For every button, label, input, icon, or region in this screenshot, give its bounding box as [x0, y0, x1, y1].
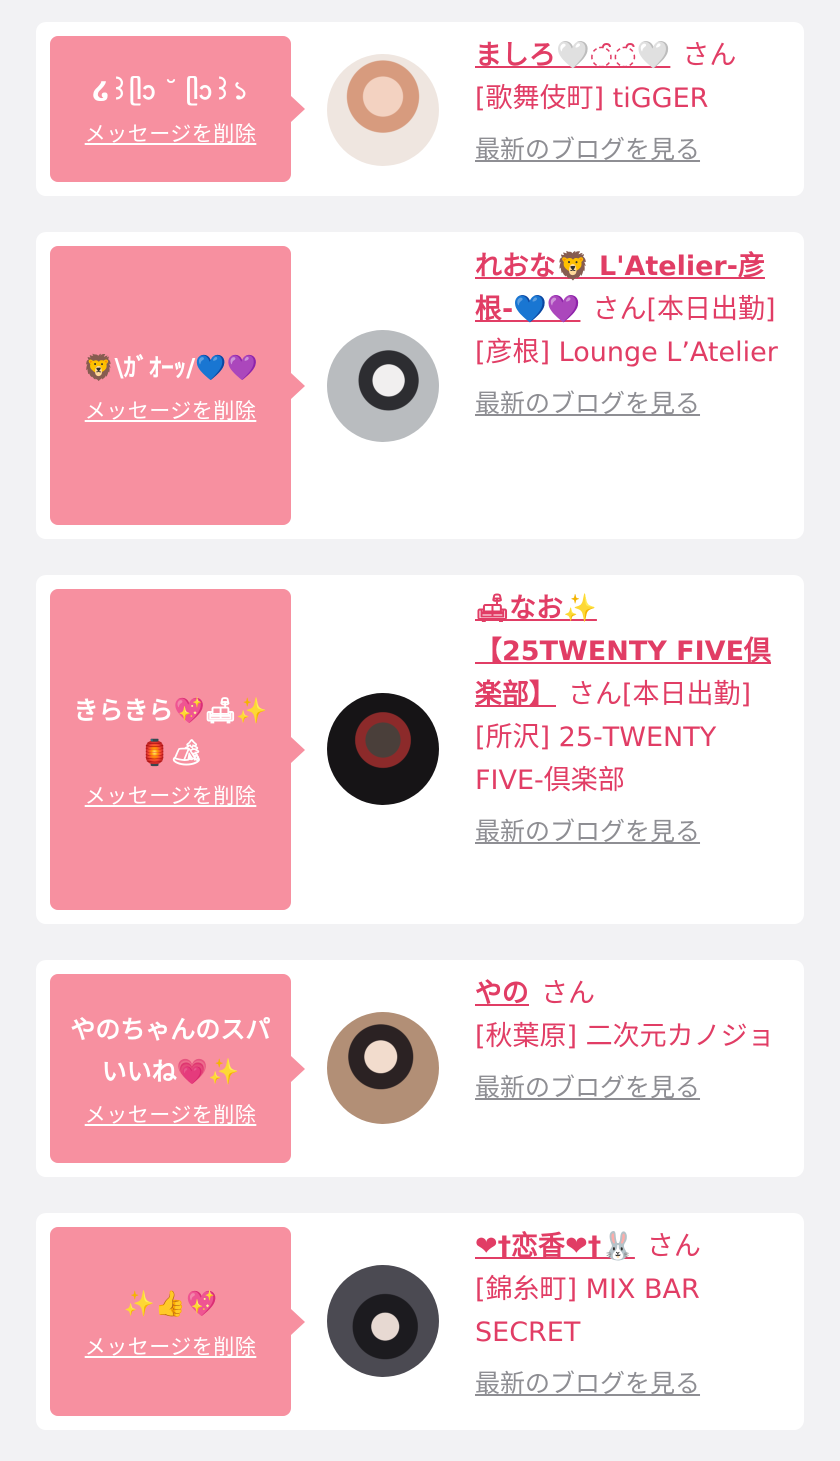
profile-info: れおな🦁 L'Atelier-彦根-💙💜 さん[本日出勤] [彦根] Lounge… [475, 245, 785, 424]
message-text: やのちゃんのスパいいね💗✨ [70, 1014, 271, 1086]
message-bubble: やのちゃんのスパいいね💗✨ メッセージを削除 [50, 974, 305, 1163]
status-text: [本日出勤] [646, 294, 776, 325]
honorific-suffix: さん [568, 679, 622, 710]
message-text: ✨👍💖 [123, 1288, 218, 1318]
latest-blog-link[interactable]: 最新のブログを見る [475, 1068, 785, 1108]
message-text: ໒꒱ᥫᩣ ˘ ᥫᩣ꒱১ [92, 76, 249, 105]
profile-info: ❤︎†恋香❤︎†🐰 さん [錦糸町] MIX BAR SECRET 最新のブログを… [475, 1225, 785, 1404]
honorific-suffix: さん [646, 1231, 701, 1262]
shop-text: [所沢] 25-TWENTY FIVE-倶楽部 [475, 722, 717, 796]
profile-name-link[interactable]: ましろ🤍◌̑◌̑🤍 [475, 40, 670, 71]
shop-text: [秋葉原] 二次元カノジョ [475, 1021, 775, 1052]
delete-message-link[interactable]: メッセージを削除 [85, 118, 257, 148]
message-bubble: きらきら💖🛋✨🏮🏕 メッセージを削除 [50, 589, 305, 910]
message-bubble: ✨👍💖 メッセージを削除 [50, 1227, 305, 1416]
message-card: やのちゃんのスパいいね💗✨ メッセージを削除 やの さん [秋葉原] 二次元カノジ… [36, 960, 804, 1177]
message-card: ✨👍💖 メッセージを削除 ❤︎†恋香❤︎†🐰 さん [錦糸町] MIX BAR S… [36, 1213, 804, 1430]
shop-text: [彦根] Lounge L’Atelier [475, 337, 778, 368]
latest-blog-link[interactable]: 最新のブログを見る [475, 384, 785, 424]
message-text: きらきら💖🛋✨🏮🏕 [73, 695, 268, 767]
message-card: きらきら💖🛋✨🏮🏕 メッセージを削除 🛋なお✨【25TWENTY FIVE倶楽部… [36, 575, 804, 924]
avatar[interactable] [327, 1012, 439, 1124]
shop-text: [歌舞伎町] tiGGER [475, 83, 709, 114]
honorific-suffix: さん [541, 978, 595, 1009]
avatar[interactable] [327, 54, 439, 166]
profile-info: やの さん [秋葉原] 二次元カノジョ 最新のブログを見る [475, 972, 785, 1108]
profile-name-link[interactable]: ❤︎†恋香❤︎†🐰 [475, 1231, 635, 1262]
latest-blog-link[interactable]: 最新のブログを見る [475, 812, 785, 852]
avatar[interactable] [327, 330, 439, 442]
profile-info: 🛋なお✨【25TWENTY FIVE倶楽部】 さん[本日出勤] [所沢] 25-T… [475, 587, 785, 852]
delete-message-link[interactable]: メッセージを削除 [85, 780, 257, 810]
profile-info: ましろ🤍◌̑◌̑🤍 さん [歌舞伎町] tiGGER 最新のブログを見る [475, 34, 785, 170]
delete-message-link[interactable]: メッセージを削除 [85, 395, 257, 425]
delete-message-link[interactable]: メッセージを削除 [85, 1331, 257, 1361]
profile-name-link[interactable]: やの [475, 978, 529, 1009]
shop-text: [錦糸町] MIX BAR SECRET [475, 1274, 700, 1348]
message-list: ໒꒱ᥫᩣ ˘ ᥫᩣ꒱১ メッセージを削除 ましろ🤍◌̑◌̑🤍 さん [歌舞伎町] … [0, 0, 840, 1461]
message-card: ໒꒱ᥫᩣ ˘ ᥫᩣ꒱১ メッセージを削除 ましろ🤍◌̑◌̑🤍 さん [歌舞伎町] … [36, 22, 804, 196]
avatar[interactable] [327, 1265, 439, 1377]
latest-blog-link[interactable]: 最新のブログを見る [475, 130, 785, 170]
honorific-suffix: さん [682, 40, 737, 71]
message-bubble: ໒꒱ᥫᩣ ˘ ᥫᩣ꒱১ メッセージを削除 [50, 36, 305, 182]
message-card: 🦁\ｶﾞｵｰｯ/💙💜 メッセージを削除 れおな🦁 L'Atelier-彦根-💙💜… [36, 232, 804, 539]
delete-message-link[interactable]: メッセージを削除 [85, 1099, 257, 1129]
status-text: [本日出勤] [622, 679, 752, 710]
message-bubble: 🦁\ｶﾞｵｰｯ/💙💜 メッセージを削除 [50, 246, 305, 525]
avatar[interactable] [327, 693, 439, 805]
honorific-suffix: さん [592, 294, 647, 325]
message-text: 🦁\ｶﾞｵｰｯ/💙💜 [83, 352, 258, 382]
latest-blog-link[interactable]: 最新のブログを見る [475, 1364, 785, 1404]
